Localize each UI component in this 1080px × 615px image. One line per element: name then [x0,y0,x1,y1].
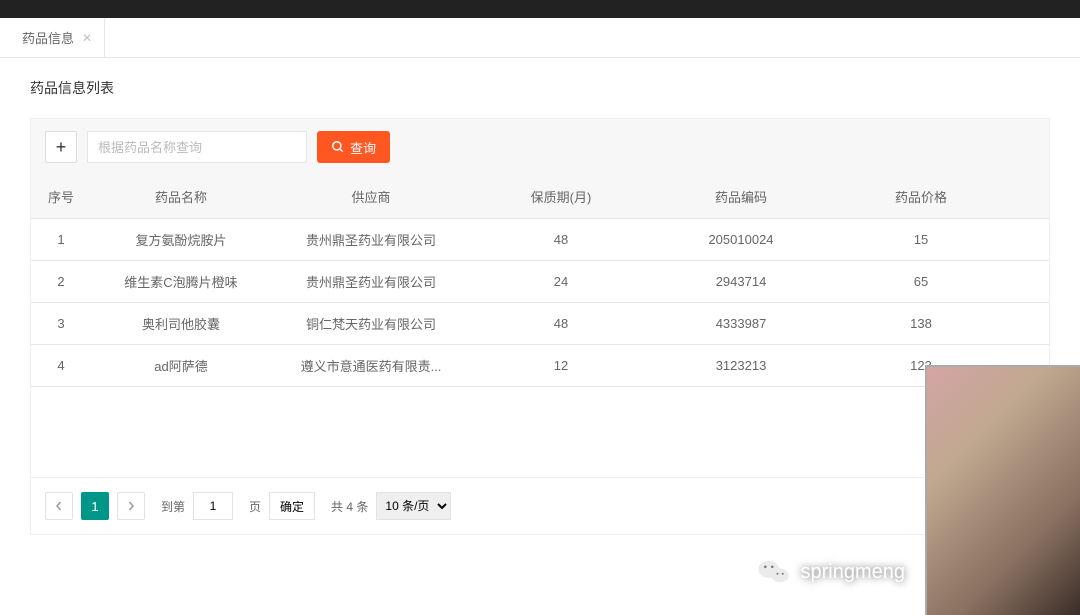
next-page-button[interactable] [117,492,145,520]
page-title: 药品信息列表 [30,78,1050,98]
cell-price: 138 [831,303,1011,345]
th-supplier: 供应商 [271,175,471,219]
cell-empty [1011,303,1049,345]
cell-name: ad阿萨德 [91,345,271,387]
cell-supplier: 遵义市意通医药有限责... [271,345,471,387]
goto-page-input[interactable] [193,492,233,520]
cell-code: 2943714 [651,261,831,303]
cell-shelf: 48 [471,303,651,345]
table-spacer [31,387,1049,477]
cell-supplier: 贵州鼎圣药业有限公司 [271,219,471,261]
toolbar: + 查询 [31,119,1049,175]
search-button-label: 查询 [350,138,376,157]
cell-shelf: 12 [471,345,651,387]
page-number-button[interactable]: 1 [81,492,109,520]
search-button[interactable]: 查询 [317,131,390,163]
cell-name: 维生素C泡腾片橙味 [91,261,271,303]
cell-price: 65 [831,261,1011,303]
search-input[interactable] [87,131,307,163]
cell-empty [1011,261,1049,303]
wechat-username: springmeng [800,561,905,584]
table-row[interactable]: 1复方氨酚烷胺片贵州鼎圣药业有限公司4820501002415 [31,219,1049,261]
table-row[interactable]: 4ad阿萨德遵义市意通医药有限责...123123213123 [31,345,1049,387]
video-thumbnail [925,365,1080,615]
cell-supplier: 贵州鼎圣药业有限公司 [271,261,471,303]
th-shelf: 保质期(月) [471,175,651,219]
th-seq: 序号 [31,175,91,219]
th-price: 药品价格 [831,175,1011,219]
cell-supplier: 铜仁梵天药业有限公司 [271,303,471,345]
cell-name: 复方氨酚烷胺片 [91,219,271,261]
cell-code: 205010024 [651,219,831,261]
wechat-icon [758,559,790,585]
th-empty [1011,175,1049,219]
total-count: 共 4 条 [331,498,368,515]
table-panel: + 查询 序号 药品名称 供应商 保质期(月) 药品编码 药品价格 [30,118,1050,535]
cell-seq: 1 [31,219,91,261]
add-button[interactable]: + [45,131,77,163]
cell-empty [1011,219,1049,261]
cell-seq: 4 [31,345,91,387]
tab-drug-info[interactable]: 药品信息 ✕ [10,18,105,58]
table-row[interactable]: 2维生素C泡腾片橙味贵州鼎圣药业有限公司24294371465 [31,261,1049,303]
goto-confirm-button[interactable]: 确定 [269,492,315,520]
table-header-row: 序号 药品名称 供应商 保质期(月) 药品编码 药品价格 [31,175,1049,219]
pagination: 1 到第 页 确定 共 4 条 10 条/页 [31,477,1049,534]
main-content: 药品信息列表 + 查询 序号 药品名称 供应商 保质期(月) 药品编码 药品 [0,58,1080,555]
tab-label: 药品信息 [22,28,74,47]
cell-name: 奥利司他胶囊 [91,303,271,345]
cell-shelf: 24 [471,261,651,303]
search-icon [331,140,345,154]
goto-label: 到第 [161,498,185,515]
table-row[interactable]: 3奥利司他胶囊铜仁梵天药业有限公司484333987138 [31,303,1049,345]
prev-page-button[interactable] [45,492,73,520]
chevron-left-icon [54,501,64,511]
cell-shelf: 48 [471,219,651,261]
cell-price: 15 [831,219,1011,261]
cell-seq: 2 [31,261,91,303]
wechat-watermark: springmeng [758,559,905,585]
cell-code: 4333987 [651,303,831,345]
th-code: 药品编码 [651,175,831,219]
chevron-right-icon [126,501,136,511]
per-page-select[interactable]: 10 条/页 [376,492,451,520]
close-icon[interactable]: ✕ [82,31,92,45]
th-name: 药品名称 [91,175,271,219]
tab-bar: 药品信息 ✕ [0,18,1080,58]
top-dark-bar [0,0,1080,18]
page-suffix: 页 [249,498,261,515]
cell-seq: 3 [31,303,91,345]
drug-table: 序号 药品名称 供应商 保质期(月) 药品编码 药品价格 1复方氨酚烷胺片贵州鼎… [31,175,1049,387]
cell-code: 3123213 [651,345,831,387]
